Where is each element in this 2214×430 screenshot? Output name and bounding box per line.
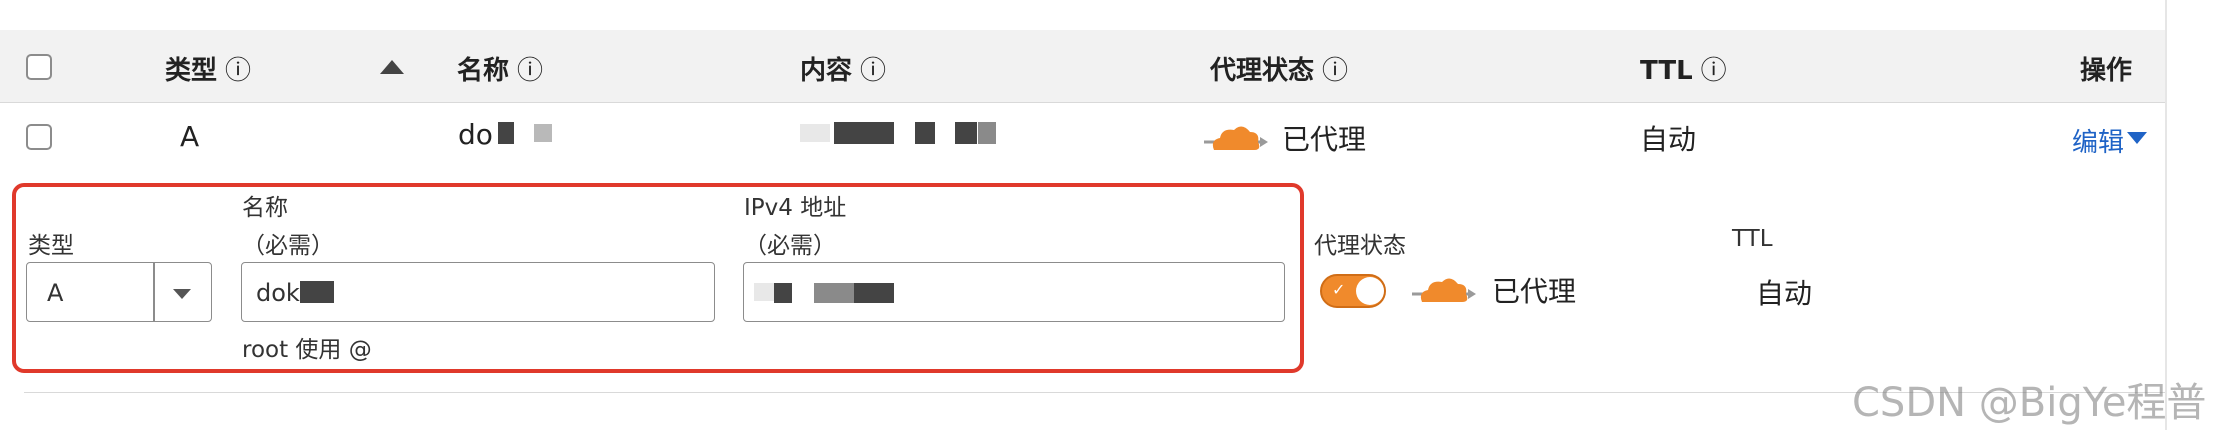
ipv4-required: （必需） — [744, 233, 836, 259]
ttl-value[interactable]: 自动 — [1756, 272, 1812, 312]
info-icon: ⓘ — [225, 56, 252, 86]
redaction — [774, 283, 792, 303]
proxy-toggle[interactable]: ✓ — [1320, 274, 1386, 308]
edit-label: 编辑 — [2072, 128, 2125, 158]
toggle-knob — [1356, 277, 1384, 305]
redaction — [814, 283, 854, 303]
row-proxy-status: 已代理 — [1282, 123, 1367, 156]
row-ttl: 自动 — [1640, 123, 1697, 156]
ipv4-label: IPv4 地址 — [744, 195, 847, 221]
type-select-value: A — [47, 279, 64, 307]
type-select[interactable]: A — [26, 262, 212, 322]
cloud-proxied-icon — [1204, 126, 1268, 150]
select-all-checkbox[interactable] — [26, 54, 52, 80]
info-icon: ⓘ — [1322, 56, 1349, 86]
sort-ascending-icon[interactable] — [380, 60, 404, 74]
redaction — [534, 124, 552, 142]
header-type[interactable]: 类型 ⓘ — [165, 50, 251, 87]
chevron-down-icon[interactable] — [2127, 132, 2147, 144]
ttl-label: TTL — [1732, 226, 1773, 252]
watermark: CSDN @BigYe程普 — [1852, 380, 2207, 426]
checkmark-icon: ✓ — [1332, 280, 1346, 299]
panel-border — [2165, 0, 2167, 430]
row-name-prefix: do — [458, 118, 493, 151]
header-ttl[interactable]: TTL ⓘ — [1640, 50, 1727, 87]
row-content-redacted — [800, 120, 1000, 146]
redaction — [854, 283, 894, 303]
table-header — [0, 30, 2165, 103]
header-content[interactable]: 内容 ⓘ — [800, 50, 886, 87]
info-icon: ⓘ — [1700, 56, 1727, 86]
ipv4-input[interactable] — [743, 262, 1285, 322]
name-label: 名称 — [242, 195, 288, 221]
name-required: （必需） — [242, 233, 334, 259]
chevron-down-icon — [173, 289, 191, 299]
proxy-status-value: 已代理 — [1492, 275, 1577, 308]
info-icon: ⓘ — [860, 56, 887, 86]
cloud-proxied-icon — [1412, 278, 1476, 302]
header-proxy-status[interactable]: 代理状态 ⓘ — [1210, 50, 1348, 87]
redaction — [754, 283, 774, 301]
proxy-label: 代理状态 — [1314, 233, 1406, 259]
header-actions: 操作 — [2080, 56, 2133, 86]
edit-button[interactable]: 编辑 — [2072, 122, 2124, 159]
name-input[interactable]: dok — [241, 262, 715, 322]
top-strip — [0, 0, 2165, 30]
row-name: do — [458, 118, 493, 151]
name-input-value: dok — [256, 279, 300, 307]
row-type: A — [180, 120, 200, 153]
header-name[interactable]: 名称 ⓘ — [457, 50, 543, 87]
row-divider — [24, 392, 2165, 393]
type-label: 类型 — [28, 233, 74, 259]
name-hint: root 使用 @ — [242, 337, 372, 363]
redaction — [300, 281, 334, 303]
info-icon: ⓘ — [517, 56, 544, 86]
row-checkbox[interactable] — [26, 124, 52, 150]
redaction — [498, 122, 514, 144]
